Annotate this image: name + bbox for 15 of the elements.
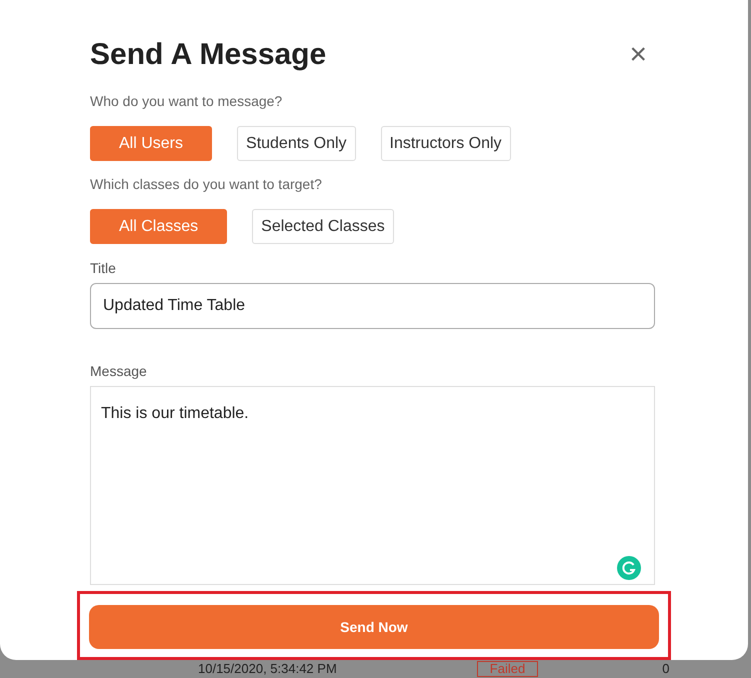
grammar-assistant-icon[interactable] — [617, 556, 641, 580]
status-badge: Failed — [476, 661, 538, 677]
title-field[interactable]: Updated Time Table — [90, 283, 655, 330]
field-label: Message — [90, 362, 148, 382]
close-button[interactable]: × — [629, 40, 647, 70]
option-button[interactable]: Instructors Only — [380, 126, 511, 161]
option-button[interactable]: Students Only — [237, 126, 356, 161]
field-label: Title — [90, 259, 117, 278]
date-cell-text: 10/15/2020, 5:34:42 PM — [198, 660, 337, 678]
option-button[interactable]: Selected Classes — [252, 209, 394, 244]
message-field[interactable]: This is our timetable. — [90, 386, 655, 585]
question-label: Who do you want to message? — [90, 92, 284, 111]
question-label: Which classes do you want to target? — [90, 175, 323, 194]
dialog-title: Send A Message — [90, 37, 326, 73]
count-cell-text: 0 — [662, 660, 670, 678]
